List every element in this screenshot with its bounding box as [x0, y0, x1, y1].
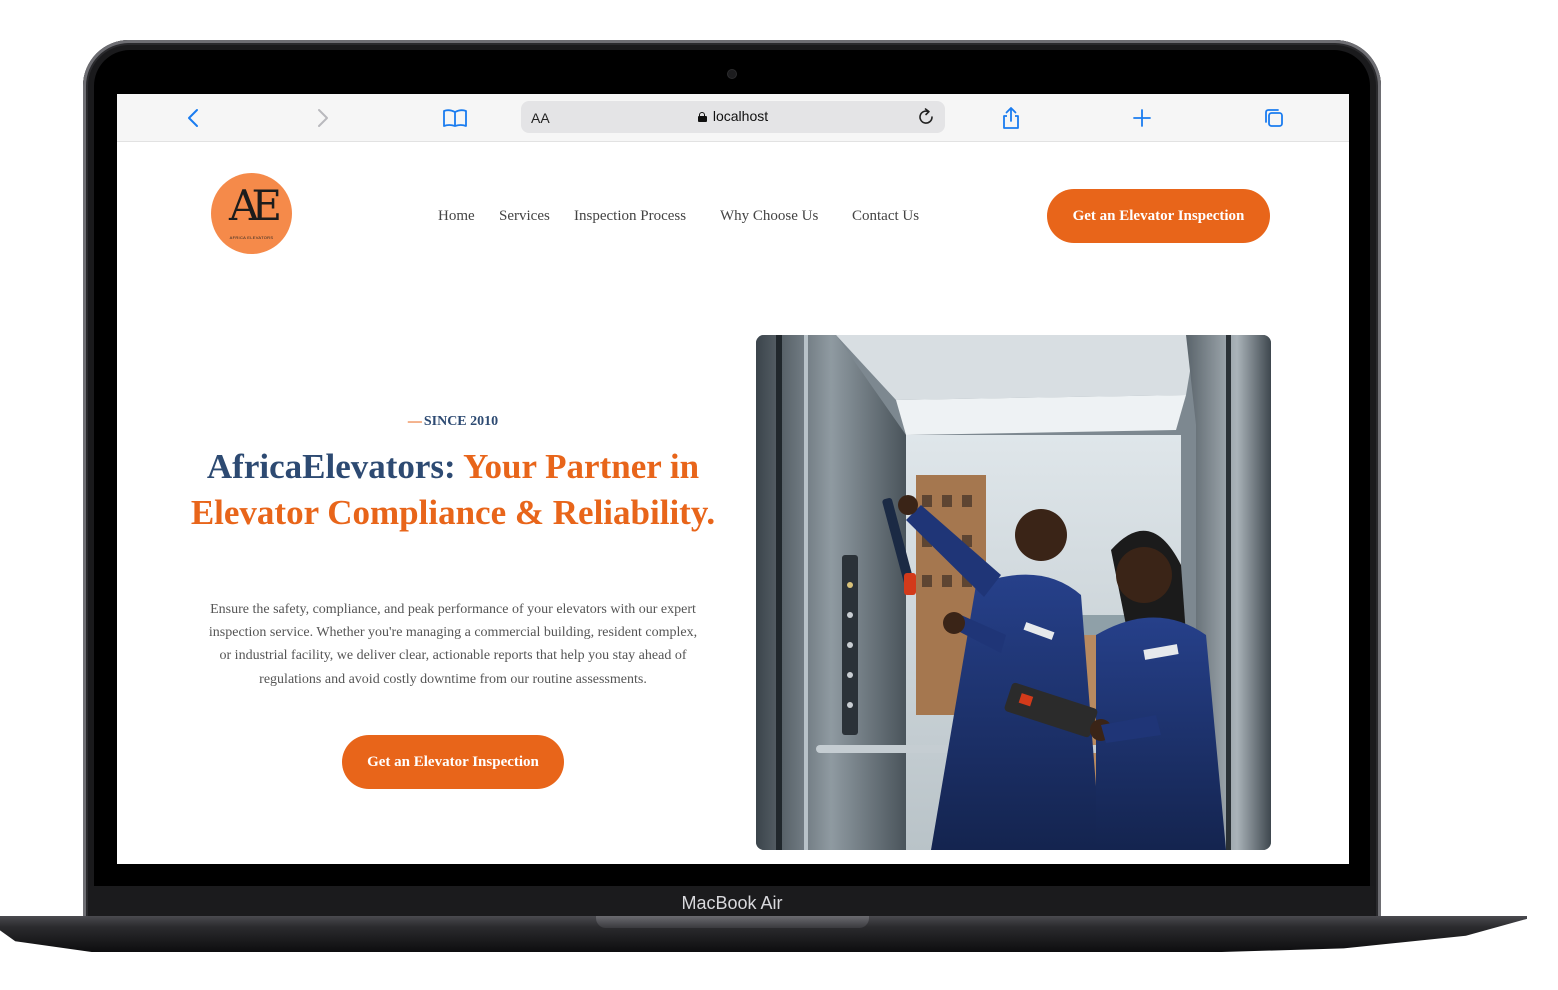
logo-mark: AE [229, 181, 282, 230]
hero-title: AfricaElevators: Your Partner in Elevato… [187, 444, 719, 536]
browser-screen: AA localhost AE AFRICA ELEVATORS Home Se… [117, 94, 1349, 864]
eyebrow-text: SINCE 2010 [423, 414, 499, 429]
nav-contact-us[interactable]: Contact Us [852, 208, 919, 225]
nav-home[interactable]: Home [438, 208, 475, 225]
camera-dot [728, 70, 736, 78]
nav-inspection-process[interactable]: Inspection Process [574, 208, 686, 225]
url-text: localhost [712, 108, 769, 124]
hero-image [756, 335, 1271, 850]
product-mockup: AA localhost AE AFRICA ELEVATORS Home Se… [0, 0, 1558, 990]
eyebrow-dash: — [407, 414, 422, 429]
hero-eyebrow: — SINCE 2010 [203, 414, 703, 430]
base-notch [596, 916, 869, 928]
reload-icon[interactable] [913, 104, 939, 130]
logo-text: AFRICA ELEVATORS [229, 235, 274, 240]
hero-title-brand: AfricaElevators: [206, 447, 456, 486]
tabs-icon[interactable] [1259, 103, 1289, 133]
nav-why-choose-us[interactable]: Why Choose Us [720, 208, 818, 225]
hero-description: Ensure the safety, compliance, and peak … [208, 602, 698, 687]
header-cta-button[interactable]: Get an Elevator Inspection [1047, 189, 1270, 243]
plus-icon[interactable] [1127, 103, 1157, 133]
share-icon[interactable] [996, 103, 1026, 133]
back-icon[interactable] [178, 103, 208, 133]
site-logo[interactable]: AE AFRICA ELEVATORS [211, 173, 292, 254]
book-icon[interactable] [440, 103, 470, 133]
safari-toolbar: AA localhost [117, 94, 1349, 142]
forward-icon[interactable] [308, 103, 338, 133]
device-label: MacBook Air [681, 893, 783, 913]
address-bar[interactable]: AA localhost [521, 101, 945, 133]
url-display[interactable]: localhost [521, 108, 945, 124]
lock-icon [697, 112, 707, 122]
nav-services[interactable]: Services [499, 208, 550, 225]
hero-cta-button[interactable]: Get an Elevator Inspection [342, 735, 564, 789]
